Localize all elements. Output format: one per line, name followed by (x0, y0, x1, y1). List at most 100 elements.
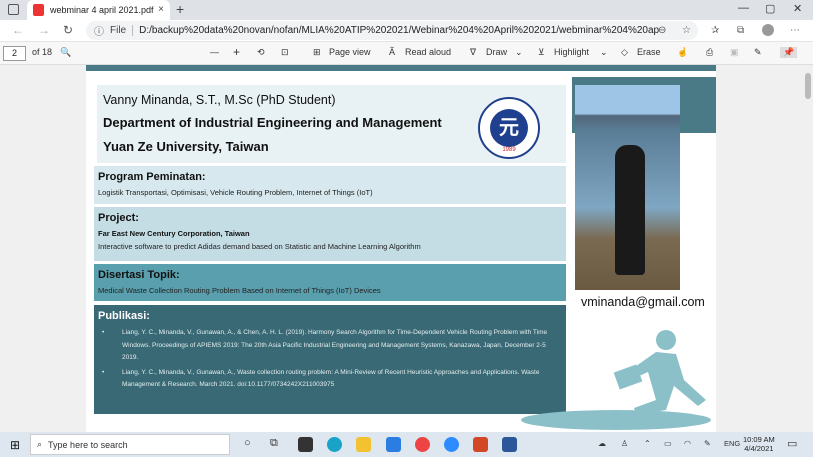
person-figure (615, 145, 645, 275)
info-icon[interactable]: ⓘ (94, 23, 104, 38)
page-view-button[interactable]: Page view (329, 47, 371, 57)
dissertation-section: Disertasi Topik: Medical Waste Collectio… (94, 264, 566, 301)
draw-button[interactable]: Draw (486, 47, 507, 57)
project-company: Far East New Century Corporation, Taiwan (98, 229, 250, 238)
task-view-icon[interactable]: ⧉ (270, 437, 278, 450)
collections-icon[interactable]: ⧉ (737, 25, 744, 36)
browser-tab[interactable]: webminar 4 april 2021.pdf × (27, 0, 170, 20)
file-explorer-icon[interactable] (356, 437, 371, 452)
new-tab-button[interactable]: + (176, 1, 184, 17)
url-text[interactable]: D:/backup%20data%20novan/nofan/MLIA%20AT… (139, 25, 659, 36)
logo-emblem-icon: 元 (490, 109, 528, 147)
read-aloud-button[interactable]: Read aloud (405, 47, 451, 57)
people-icon[interactable]: ♙ (621, 439, 628, 448)
dropbox-icon[interactable] (386, 437, 401, 452)
favorites-icon[interactable]: ✰ (711, 25, 719, 36)
pin-icon[interactable]: 📌 (780, 47, 798, 58)
publication-item: Liang, Y. C., Minanda, V., Gunawan, A., … (98, 367, 560, 392)
clock-time: 10:09 AM (743, 435, 775, 444)
tab-close-icon[interactable]: × (158, 4, 164, 15)
windows-start-icon[interactable]: ⊞ (10, 438, 20, 452)
powerpoint-icon[interactable] (473, 437, 488, 452)
fit-page-icon[interactable]: ⊡ (281, 47, 289, 58)
draw-icon: ∇ (470, 47, 477, 57)
word-icon[interactable] (502, 437, 517, 452)
tab-title: webminar 4 april 2021.pdf (50, 5, 154, 15)
battery-icon[interactable]: ▭ (664, 439, 672, 448)
print-icon[interactable]: ⎙ (706, 47, 713, 58)
email: vminanda@gmail.com (581, 295, 705, 309)
chrome-icon[interactable] (415, 437, 430, 452)
pen-icon[interactable]: ✎ (704, 439, 711, 448)
language-indicator[interactable]: ENG (724, 439, 740, 448)
splash-shape (521, 410, 711, 430)
page-view-icon: ⊞ (313, 47, 321, 57)
chevron-up-icon[interactable]: ⌃ (644, 439, 651, 448)
project-title: Project: (98, 212, 139, 224)
search-icon: ⌕ (37, 439, 43, 449)
cortana-icon[interactable]: ○ (244, 437, 251, 449)
touch-icon[interactable]: ☝ (677, 47, 688, 58)
clock-date: 4/4/2021 (744, 444, 774, 453)
dissertation-title: Disertasi Topik: (98, 269, 180, 281)
notification-icon[interactable]: ▭ (787, 437, 797, 450)
highlight-button[interactable]: Highlight (554, 47, 589, 57)
presenter-photo (575, 85, 680, 290)
runner-head (656, 330, 676, 350)
publications-section: Publikasi: Liang, Y. C., Minanda, V., Gu… (94, 305, 566, 414)
scrollbar[interactable] (803, 65, 813, 432)
logo-year: 1989 (502, 147, 516, 153)
favorites-star-icon[interactable]: ☆ (682, 25, 691, 36)
scrollbar-thumb[interactable] (805, 73, 811, 99)
program-title: Program Peminatan: (98, 171, 206, 183)
erase-button[interactable]: Erase (637, 47, 661, 57)
publications-title: Publikasi: (98, 310, 150, 322)
wifi-icon[interactable]: ◠ (684, 439, 691, 448)
zoom-out-button[interactable]: — (210, 47, 219, 57)
url-field[interactable]: ⓘ File D:/backup%20data%20novan/nofan/ML… (86, 21, 698, 40)
save-as-icon[interactable]: ✎ (754, 47, 762, 58)
browser-tab-bar: webminar 4 april 2021.pdf × + — ▢ ✕ (0, 0, 813, 20)
highlight-icon: ⊻ (538, 47, 545, 57)
weather-icon[interactable]: ☁ (598, 439, 606, 448)
back-button[interactable]: ← (12, 23, 24, 37)
zoom-app-icon[interactable] (444, 437, 459, 452)
page-number-input[interactable]: 2 (3, 46, 26, 61)
file-label: File (110, 25, 134, 36)
profile-avatar[interactable] (762, 24, 774, 36)
zoom-icon[interactable]: ⊖ (658, 25, 666, 36)
menu-icon[interactable]: ⋯ (790, 25, 800, 36)
clock[interactable]: 10:09 AM 4/4/2021 (743, 435, 775, 453)
chevron-down-icon[interactable]: ⌄ (600, 47, 608, 58)
dissertation-text: Medical Waste Collection Routing Problem… (98, 286, 381, 295)
windows-taskbar: ⊞ ⌕ Type here to search ○ ⧉ ☁ ♙ ⌃ ▭ ◠ ✎ … (0, 432, 813, 457)
forward-button[interactable]: → (38, 23, 50, 37)
program-section: Program Peminatan: Logistik Transportasi… (94, 166, 566, 204)
maximize-button[interactable]: ▢ (765, 2, 775, 15)
university-logo: 元 1989 (478, 97, 540, 159)
page-top-band (86, 65, 716, 71)
tab-actions-icon[interactable] (8, 4, 19, 15)
address-bar: ← → ↻ ⓘ File D:/backup%20data%20novan/no… (0, 20, 813, 42)
pdf-icon (33, 4, 44, 16)
zoom-in-button[interactable]: + (233, 45, 240, 59)
search-placeholder[interactable]: Type here to search (48, 440, 128, 450)
eraser-icon: ◇ (621, 47, 628, 57)
chevron-down-icon[interactable]: ⌄ (515, 47, 523, 58)
rotate-icon[interactable]: ⟲ (257, 47, 265, 58)
save-icon[interactable]: ▣ (730, 47, 739, 58)
search-icon[interactable]: 🔍 (60, 47, 71, 58)
decorative-runner-illustration (521, 330, 711, 430)
program-text: Logistik Transportasi, Optimisasi, Vehic… (98, 188, 373, 197)
edge-icon[interactable] (327, 437, 342, 452)
page-total: of 18 (32, 47, 53, 57)
store-icon[interactable] (298, 437, 313, 452)
taskbar-search[interactable]: ⌕ Type here to search (30, 434, 230, 455)
close-window-button[interactable]: ✕ (793, 2, 802, 15)
refresh-button[interactable]: ↻ (63, 23, 73, 37)
read-aloud-icon: A᷉ (389, 47, 396, 57)
minimize-button[interactable]: — (738, 2, 749, 14)
pdf-viewer[interactable]: Vanny Minanda, S.T., M.Sc (PhD Student) … (0, 65, 813, 432)
pdf-toolbar: 2 of 18 🔍 — + ⟲ ⊡ ⊞ Page view A᷉ Read al… (0, 42, 813, 65)
publication-item: Liang, Y. C., Minanda, V., Gunawan, A., … (98, 327, 560, 365)
